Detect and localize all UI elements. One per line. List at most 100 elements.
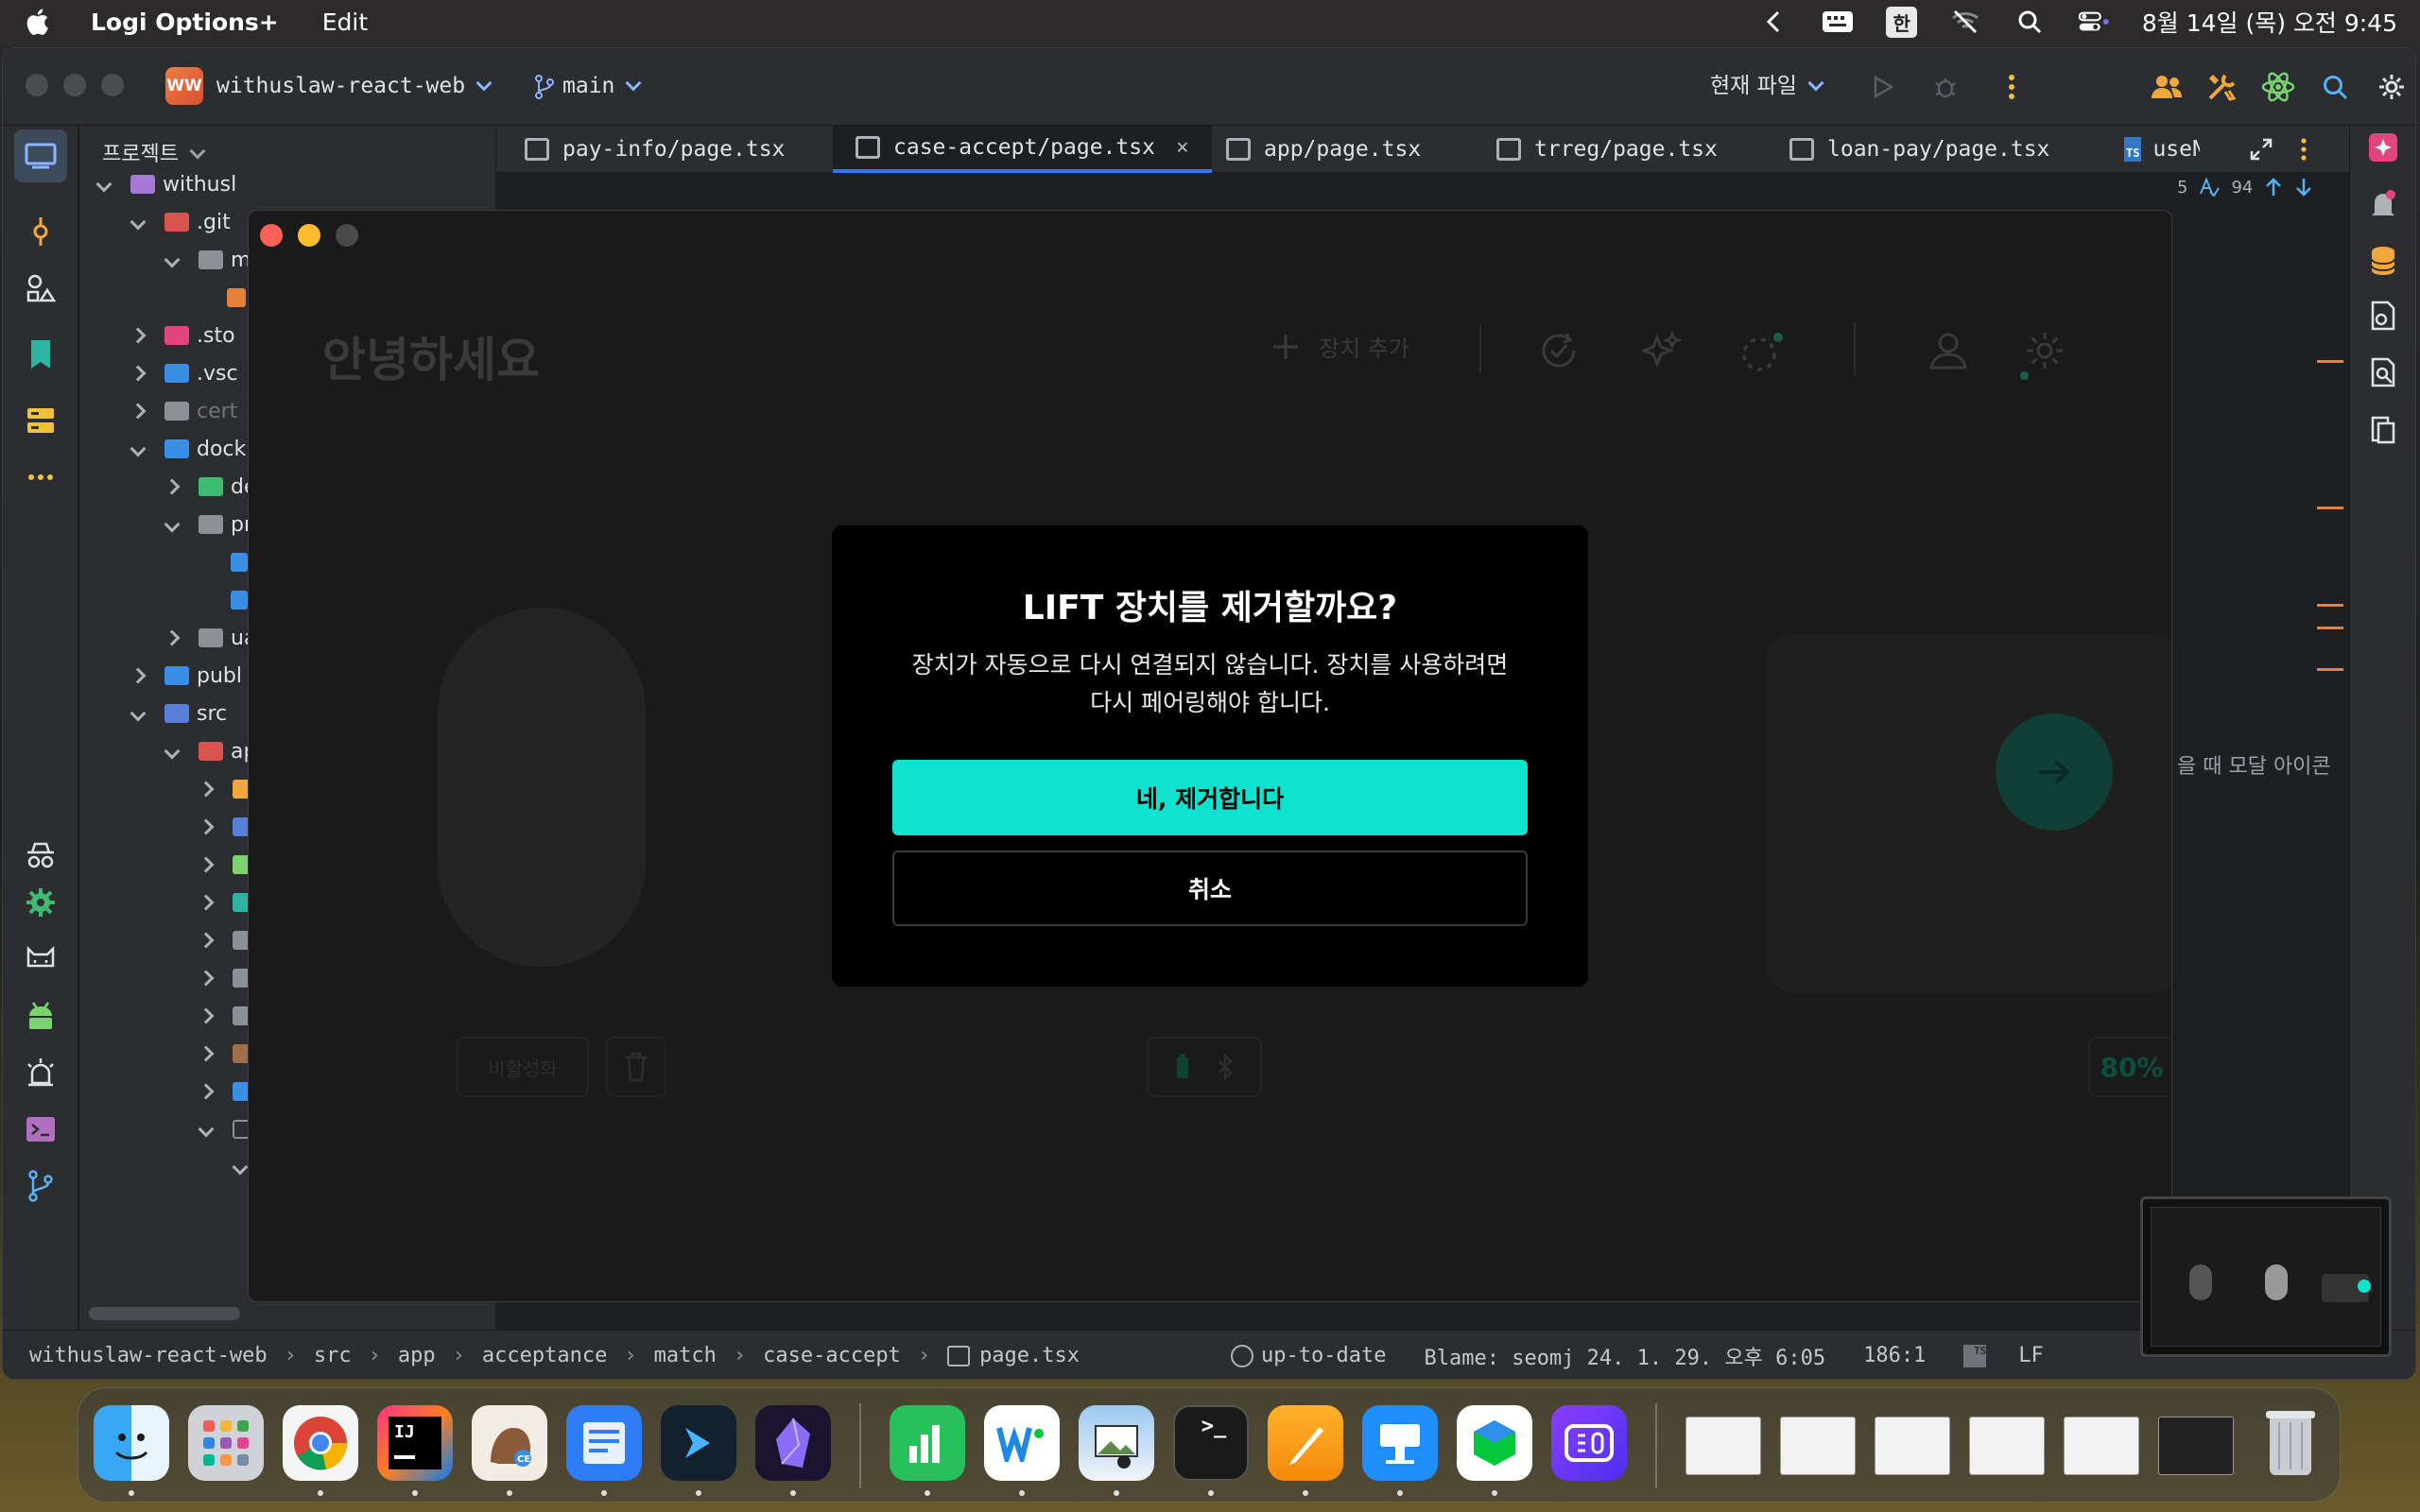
horizontal-scrollbar[interactable] — [89, 1307, 240, 1320]
tree-row[interactable]: publ — [130, 657, 242, 695]
error-stripe-mark[interactable] — [2317, 668, 2343, 671]
blame-info[interactable]: Blame: seomj 24. 1. 29. 오후 6:05 — [1424, 1341, 1825, 1371]
database-icon[interactable] — [2363, 241, 2403, 281]
minimized-window-thumbnail[interactable] — [2158, 1417, 2234, 1475]
tree-row[interactable]: withusl — [95, 165, 236, 203]
tree-row[interactable]: src — [130, 695, 227, 732]
incognito-icon[interactable] — [20, 834, 61, 876]
breadcrumb-case-accept[interactable]: case-accept — [763, 1344, 901, 1367]
cursor-position[interactable]: 186:1 — [1863, 1344, 1926, 1367]
naver-box-app-icon[interactable] — [1457, 1405, 1532, 1481]
more-tools-icon[interactable] — [20, 456, 61, 498]
keynote-app-icon[interactable] — [1362, 1405, 1438, 1481]
breadcrumb-match[interactable]: match — [654, 1344, 717, 1367]
maximize-editor-icon[interactable] — [2249, 137, 2273, 165]
finder-app-icon[interactable] — [94, 1405, 169, 1481]
gear-icon[interactable] — [20, 882, 61, 923]
chevron-left-icon[interactable] — [1757, 8, 1789, 36]
run-icon[interactable] — [1865, 69, 1901, 105]
keyboard-icon[interactable] — [1822, 8, 1854, 36]
preview-app-icon[interactable] — [1079, 1405, 1154, 1481]
wifi-off-icon[interactable] — [1949, 8, 1981, 36]
bookmarks-icon[interactable] — [20, 334, 61, 375]
minimize-window-button[interactable] — [63, 74, 86, 96]
tree-row[interactable]: dock — [130, 430, 246, 468]
minimized-window-thumbnail[interactable] — [2064, 1417, 2139, 1475]
notifications-bell-icon[interactable] — [2363, 184, 2403, 224]
launchpad-app-icon[interactable] — [188, 1405, 264, 1481]
services-icon[interactable] — [20, 400, 61, 441]
prompt-app-icon[interactable] — [661, 1405, 736, 1481]
obsidian-app-icon[interactable] — [755, 1405, 831, 1481]
tree-row[interactable]: de — [164, 468, 257, 506]
pages-app-icon[interactable] — [1268, 1405, 1343, 1481]
spotlight-search-icon[interactable] — [2014, 8, 2046, 36]
breadcrumb-src[interactable]: src — [314, 1344, 352, 1367]
tab-loan-pay[interactable]: loan-pay/page.tsx — [1789, 126, 2049, 173]
run-config-selector[interactable]: 현재 파일 — [1710, 67, 1824, 105]
tab-options-icon[interactable] — [2300, 137, 2308, 165]
intellij-app-icon[interactable]: IJ — [377, 1405, 453, 1481]
arrow-up-icon[interactable] — [2264, 177, 2283, 198]
breadcrumb-project[interactable]: withuslaw-react-web — [29, 1344, 268, 1367]
minimized-window-thumbnail[interactable] — [1875, 1417, 1950, 1475]
find-usages-icon[interactable] — [2363, 352, 2403, 392]
minimized-window-thumbnail[interactable] — [1685, 1417, 1761, 1475]
numbers-app-icon[interactable] — [890, 1405, 965, 1481]
code-with-me-icon[interactable] — [2149, 69, 2185, 105]
tab-trreg[interactable]: trreg/page.tsx — [1496, 126, 1718, 173]
project-view-icon[interactable] — [14, 129, 67, 182]
close-window-button[interactable] — [26, 74, 48, 96]
screen-recording-preview[interactable] — [2140, 1196, 2392, 1357]
apple-icon[interactable] — [23, 6, 55, 38]
terminal-icon[interactable] — [20, 1108, 61, 1150]
structure-icon[interactable] — [20, 267, 61, 309]
trash-icon[interactable] — [2253, 1405, 2328, 1481]
tab-use-no[interactable]: TS useNo — [2124, 126, 2200, 173]
tree-row[interactable]: pr — [164, 506, 252, 543]
tree-row[interactable]: .sto — [130, 317, 235, 354]
inspection-widget[interactable]: 5 94 — [2177, 177, 2313, 198]
clock[interactable]: 8월 14일 (목) 오전 9:45 — [2142, 5, 2397, 39]
tree-row[interactable]: ap — [164, 732, 256, 770]
line-ending[interactable]: LF — [2018, 1344, 2044, 1367]
edit-menu[interactable]: Edit — [322, 9, 368, 36]
project-panel-header[interactable]: 프로젝트 — [102, 137, 206, 167]
tree-row[interactable]: .vsc — [130, 354, 238, 392]
typescript-icon[interactable]: TS — [1963, 1344, 1987, 1367]
ai-assistant-icon[interactable] — [2260, 69, 2296, 105]
breadcrumb-acceptance[interactable]: acceptance — [482, 1344, 607, 1367]
coverage-icon[interactable] — [2363, 296, 2403, 335]
chrome-app-icon[interactable] — [283, 1405, 358, 1481]
tab-case-accept[interactable]: case-accept/page.tsx × — [833, 126, 1212, 173]
confirm-remove-button[interactable]: 네, 제거합니다 — [892, 760, 1528, 835]
vcs-status[interactable]: up-to-date — [1261, 1344, 1386, 1367]
tab-app-page[interactable]: app/page.tsx — [1226, 126, 1421, 173]
tab-pay-info[interactable]: pay-info/page.tsx — [525, 126, 785, 173]
control-center-icon[interactable] — [2078, 8, 2110, 36]
close-tab-icon[interactable]: × — [1176, 135, 1189, 160]
commit-icon[interactable] — [20, 211, 61, 252]
input-source-indicator[interactable]: 한 — [1886, 6, 1917, 38]
minimized-window-thumbnail[interactable] — [1969, 1417, 2045, 1475]
error-stripe-mark[interactable] — [2317, 507, 2343, 509]
build-tools-icon[interactable] — [2204, 69, 2239, 105]
breadcrumb-file[interactable]: page.tsx — [979, 1344, 1080, 1367]
debug-icon[interactable] — [1927, 69, 1963, 105]
screens-app-icon[interactable] — [1551, 1405, 1627, 1481]
docs-app-icon[interactable] — [566, 1405, 642, 1481]
minimized-window-thumbnail[interactable] — [1780, 1417, 1856, 1475]
tree-row[interactable]: ua — [164, 619, 256, 657]
bear-ce-app-icon[interactable]: CE — [472, 1405, 547, 1481]
branch-selector[interactable]: main — [534, 67, 642, 105]
naver-works-app-icon[interactable] — [984, 1405, 1060, 1481]
cancel-button[interactable]: 취소 — [892, 850, 1528, 926]
android-icon[interactable] — [20, 995, 61, 1037]
error-stripe-mark[interactable] — [2317, 360, 2343, 363]
app-menu[interactable]: Logi Options+ — [91, 9, 279, 36]
clipboard-icon[interactable] — [2363, 409, 2403, 449]
ai-chat-icon[interactable] — [2363, 128, 2403, 167]
tree-row[interactable]: .git — [130, 203, 231, 241]
error-stripe-mark[interactable] — [2317, 627, 2343, 629]
tree-row[interactable]: cert — [130, 392, 237, 430]
